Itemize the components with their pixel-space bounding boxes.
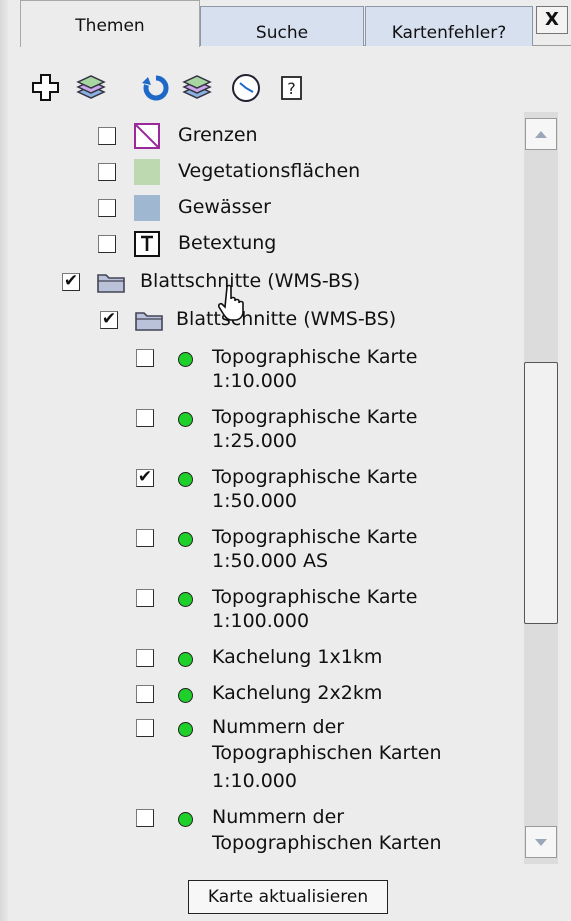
svg-text:?: ? [287,79,296,98]
tree-item-label[interactable]: Grenzen [178,124,258,146]
tree-item-label[interactable]: Topographische Karte [212,406,417,428]
arrow-up-icon [535,131,547,138]
add-layer-icon[interactable] [30,72,62,104]
checkbox-kachelung-2x2[interactable] [136,685,154,703]
checkbox-nummern-next[interactable] [136,809,154,827]
status-dot-icon [178,532,193,547]
checkbox-blattschnitte-group[interactable]: ✔ [62,273,80,291]
tree-item-scale[interactable]: 1:25.000 [212,430,297,452]
water-swatch [134,195,160,221]
tree-item-label[interactable]: Topographische Karte [212,586,417,608]
status-dot-icon [178,722,193,737]
help-icon[interactable]: ? [276,72,308,104]
checkbox-tk100[interactable] [136,589,154,607]
vertical-scrollbar[interactable] [524,112,558,864]
checkbox-betextung[interactable] [98,235,116,253]
scroll-up-button[interactable] [525,118,557,150]
tab-themen[interactable]: Themen [20,0,200,47]
tab-kartenfehler[interactable]: Kartenfehler? [365,6,533,46]
refresh-icon[interactable] [140,72,172,104]
tree-item-scale[interactable]: 1:10.000 [212,370,297,392]
checkbox-tk50[interactable]: ✔ [136,469,154,487]
boundary-legend-icon [134,123,160,149]
update-map-button[interactable]: Karte aktualisieren [188,880,388,914]
layers-icon[interactable] [74,72,106,104]
tab-suche[interactable]: Suche [200,6,364,46]
tree-item-label[interactable]: Topographische Karte [212,526,417,548]
checkbox-gewaesser[interactable] [98,199,116,217]
tree-item-scale[interactable]: 1:50.000 AS [212,550,328,572]
scroll-down-button[interactable] [525,826,557,858]
status-dot-icon [178,412,193,427]
text-legend-icon [134,231,160,257]
tree-item-label[interactable]: Topographischen Karten [212,832,442,854]
status-dot-icon [178,812,193,827]
status-dot-icon [178,592,193,607]
vegetation-swatch [134,159,160,185]
scrollbar-thumb[interactable] [524,362,558,624]
folder-icon[interactable] [96,269,126,295]
status-dot-icon [178,652,193,667]
hand-cursor-icon [218,284,244,321]
checkbox-tk10[interactable] [136,349,154,367]
tree-item-label[interactable]: Gewässer [178,196,271,218]
tree-item-label[interactable]: Topographische Karte [212,346,417,368]
checkbox-grenzen[interactable] [98,127,116,145]
layer-tree: Grenzen Vegetationsflächen Gewässer Bete… [0,112,520,864]
tree-item-label[interactable]: Nummern der [212,806,344,828]
tree-item-label[interactable]: Nummern der [212,716,344,738]
layers-icon[interactable] [180,72,212,104]
arrow-down-icon [535,839,547,846]
folder-icon[interactable] [134,307,164,333]
checkbox-nummern-tk10[interactable] [136,719,154,737]
tree-item-scale[interactable]: 1:10.000 [212,770,297,792]
close-button[interactable]: X [536,6,568,34]
tree-item-label[interactable]: Kachelung 2x2km [212,682,382,704]
checkbox-vegetation[interactable] [98,163,116,181]
checkbox-kachelung-1x1[interactable] [136,649,154,667]
checkbox-blattschnitte-sub[interactable]: ✔ [100,311,118,329]
tree-item-label[interactable]: Vegetationsflächen [178,160,360,182]
tab-bar: Themen Suche Kartenfehler? X [8,0,571,47]
status-dot-icon [178,352,193,367]
tree-item-label[interactable]: Betextung [178,232,276,254]
tree-item-label[interactable]: Topographischen Karten [212,742,442,764]
tree-item-scale[interactable]: 1:50.000 [212,490,297,512]
tree-item-label[interactable]: Kachelung 1x1km [212,646,382,668]
clock-icon[interactable] [230,72,262,104]
status-dot-icon [178,688,193,703]
checkbox-tk25[interactable] [136,409,154,427]
tree-item-label[interactable]: Blattschnitte (WMS-BS) [176,308,396,330]
status-dot-icon [178,472,193,487]
tree-item-label[interactable]: Topographische Karte [212,466,417,488]
tree-item-label[interactable]: Blattschnitte (WMS-BS) [140,270,360,292]
tree-item-scale[interactable]: 1:100.000 [212,610,309,632]
checkbox-tk50-as[interactable] [136,529,154,547]
